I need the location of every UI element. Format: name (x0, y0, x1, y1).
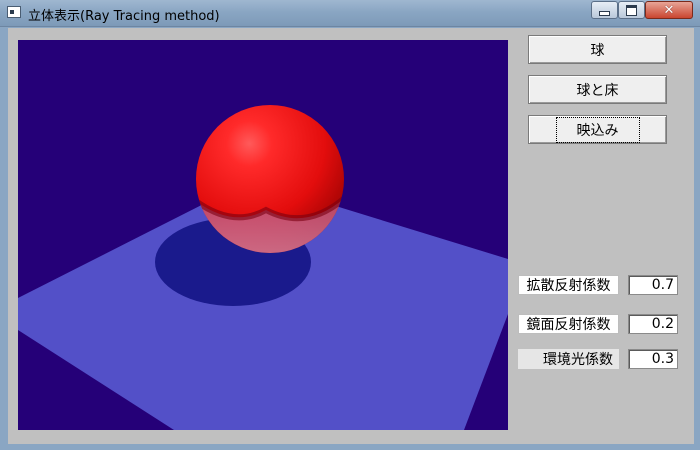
sphere-button-label: 球 (590, 42, 605, 59)
ray-traced-scene (18, 40, 508, 430)
maximize-icon (626, 4, 637, 16)
reflection-button[interactable]: 映込み (528, 115, 667, 144)
client-area: 球 球と床 映込み 拡散反射係数 鏡面反射係数 環境光係数 (8, 28, 694, 444)
sphere-floor-button[interactable]: 球と床 (528, 75, 667, 104)
close-button[interactable]: ✕ (645, 1, 693, 19)
window-title: 立体表示(Ray Tracing method) (28, 9, 220, 24)
ambient-coefficient-label: 環境光係数 (518, 349, 619, 369)
minimize-icon (599, 11, 610, 16)
title-bar[interactable]: 立体表示(Ray Tracing method) ✕ (0, 0, 700, 27)
diffuse-coefficient-field[interactable] (628, 275, 678, 295)
reflection-button-label: 映込み (555, 116, 640, 143)
app-window: 立体表示(Ray Tracing method) ✕ 球 球と床 映込み 拡散反… (0, 0, 700, 450)
app-icon[interactable] (7, 6, 21, 18)
diffuse-coefficient-label: 拡散反射係数 (518, 275, 619, 295)
sphere-button[interactable]: 球 (528, 35, 667, 64)
render-canvas (18, 40, 508, 430)
minimize-button[interactable] (591, 1, 618, 19)
ambient-coefficient-field[interactable] (628, 349, 678, 369)
close-icon: ✕ (663, 2, 675, 18)
sphere-floor-button-label: 球と床 (576, 82, 619, 99)
specular-coefficient-field[interactable] (628, 314, 678, 334)
maximize-button[interactable] (618, 1, 645, 19)
specular-coefficient-label: 鏡面反射係数 (518, 314, 619, 334)
